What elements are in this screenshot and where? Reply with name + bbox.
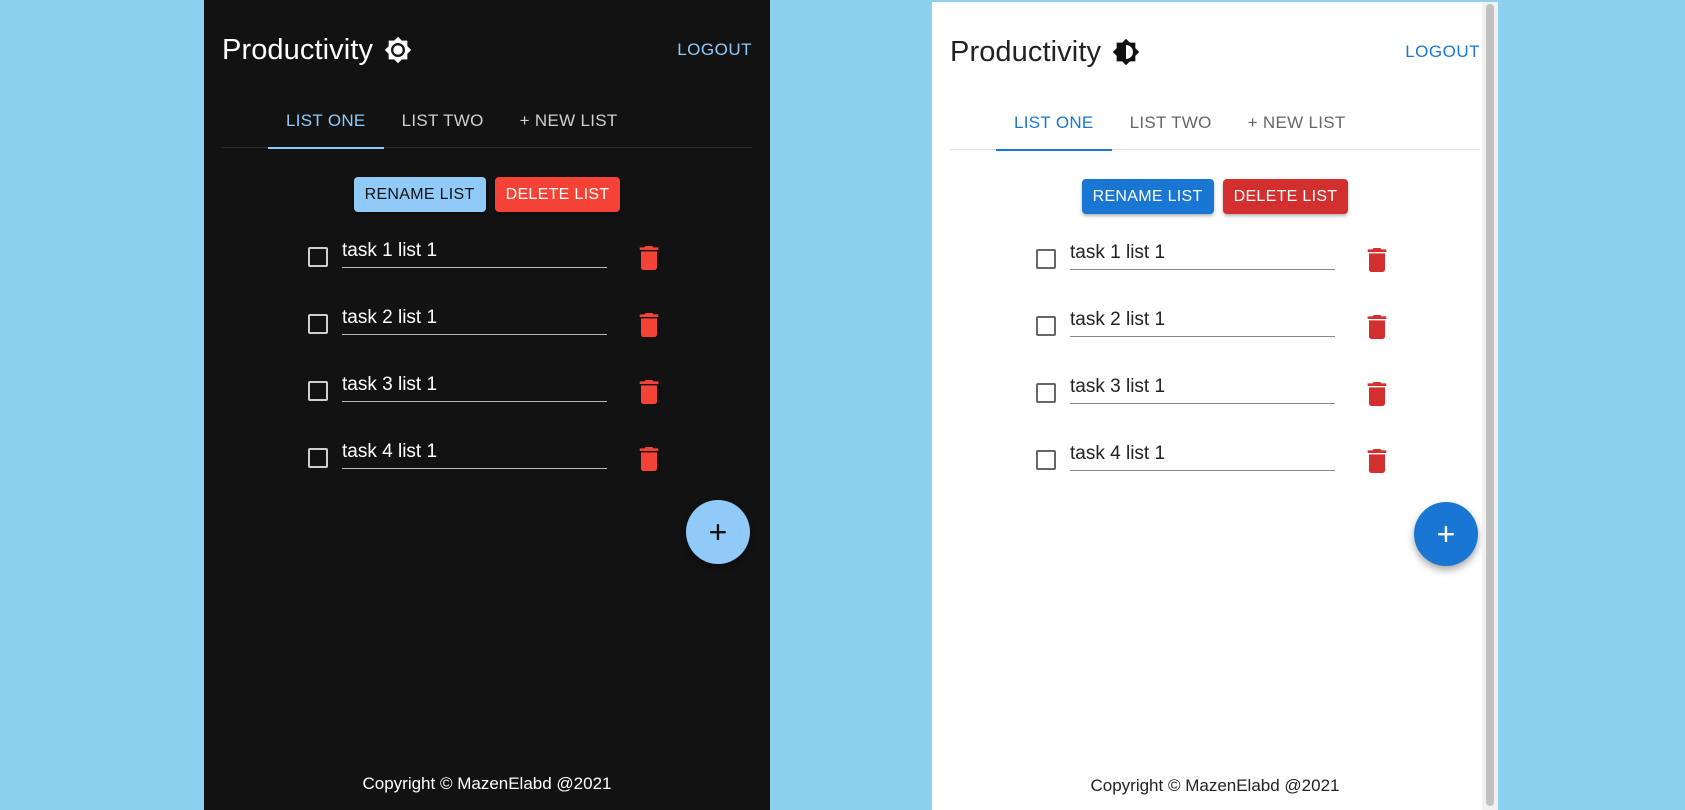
- task-row: task 4 list 1: [1032, 435, 1392, 502]
- add-task-button[interactable]: +: [686, 500, 750, 564]
- task-text-field[interactable]: task 2 list 1: [342, 299, 607, 335]
- task-row: task 1 list 1: [304, 232, 664, 299]
- logout-button[interactable]: LOGOUT: [677, 40, 752, 60]
- task-row: task 2 list 1: [1032, 301, 1392, 368]
- list-actions: RENAME LIST DELETE LIST: [932, 179, 1498, 214]
- trash-icon[interactable]: [638, 245, 660, 271]
- app-title: Productivity: [950, 35, 1102, 68]
- task-text-field[interactable]: task 4 list 1: [1070, 435, 1335, 471]
- brightness-high-icon[interactable]: [383, 35, 413, 65]
- task-text-field[interactable]: task 3 list 1: [342, 366, 607, 402]
- dark-theme-app: Productivity LOGOUT LIST ONE LIST TWO + …: [204, 0, 770, 810]
- add-task-button[interactable]: +: [1414, 502, 1478, 566]
- task-checkbox[interactable]: [1036, 383, 1056, 403]
- task-checkbox[interactable]: [1036, 316, 1056, 336]
- light-theme-app: Productivity LOGOUT LIST ONE LIST TWO + …: [932, 2, 1498, 810]
- tab-new-list[interactable]: + NEW LIST: [502, 94, 636, 148]
- brightness-half-icon[interactable]: [1111, 37, 1141, 67]
- footer-copyright: Copyright © MazenElabd @2021: [362, 774, 612, 793]
- trash-icon[interactable]: [638, 379, 660, 405]
- logout-button[interactable]: LOGOUT: [1405, 42, 1480, 62]
- list-tabs: LIST ONE LIST TWO + NEW LIST: [222, 94, 752, 149]
- delete-list-button[interactable]: DELETE LIST: [494, 177, 621, 212]
- task-checkbox[interactable]: [308, 381, 328, 401]
- rename-list-button[interactable]: RENAME LIST: [353, 177, 486, 212]
- list-actions: RENAME LIST DELETE LIST: [204, 177, 770, 212]
- task-text-field[interactable]: task 4 list 1: [342, 433, 607, 469]
- trash-icon[interactable]: [638, 312, 660, 338]
- trash-icon[interactable]: [1366, 381, 1388, 407]
- task-row: task 1 list 1: [1032, 234, 1392, 301]
- trash-icon[interactable]: [1366, 448, 1388, 474]
- app-header: Productivity LOGOUT: [950, 32, 1480, 72]
- scrollbar[interactable]: [1482, 2, 1498, 810]
- task-checkbox[interactable]: [308, 314, 328, 334]
- trash-icon[interactable]: [1366, 247, 1388, 273]
- footer-copyright: Copyright © MazenElabd @2021: [1090, 776, 1340, 795]
- task-checkbox[interactable]: [308, 448, 328, 468]
- list-tabs: LIST ONE LIST TWO + NEW LIST: [950, 96, 1480, 151]
- tab-list-two[interactable]: LIST TWO: [384, 94, 502, 148]
- task-row: task 4 list 1: [304, 433, 664, 500]
- app-header: Productivity LOGOUT: [222, 30, 752, 70]
- task-checkbox[interactable]: [1036, 450, 1056, 470]
- delete-list-button[interactable]: DELETE LIST: [1222, 179, 1349, 214]
- trash-icon[interactable]: [1366, 314, 1388, 340]
- rename-list-button[interactable]: RENAME LIST: [1081, 179, 1214, 214]
- task-row: task 3 list 1: [304, 366, 664, 433]
- task-row: task 2 list 1: [304, 299, 664, 366]
- task-text-field[interactable]: task 2 list 1: [1070, 301, 1335, 337]
- task-checkbox[interactable]: [1036, 249, 1056, 269]
- task-checkbox[interactable]: [308, 247, 328, 267]
- task-row: task 3 list 1: [1032, 368, 1392, 435]
- task-text-field[interactable]: task 1 list 1: [1070, 234, 1335, 270]
- task-list: task 1 list 1 task 2 list 1 task 3 list …: [1032, 234, 1392, 502]
- tab-list-one[interactable]: LIST ONE: [996, 96, 1112, 151]
- app-title: Productivity: [222, 33, 374, 66]
- tab-list-one[interactable]: LIST ONE: [268, 94, 384, 149]
- task-text-field[interactable]: task 1 list 1: [342, 232, 607, 268]
- task-text-field[interactable]: task 3 list 1: [1070, 368, 1335, 404]
- scrollbar-thumb[interactable]: [1486, 4, 1494, 806]
- task-list: task 1 list 1 task 2 list 1 task 3 list …: [304, 232, 664, 500]
- tab-list-two[interactable]: LIST TWO: [1112, 96, 1230, 150]
- tab-new-list[interactable]: + NEW LIST: [1230, 96, 1364, 150]
- trash-icon[interactable]: [638, 446, 660, 472]
